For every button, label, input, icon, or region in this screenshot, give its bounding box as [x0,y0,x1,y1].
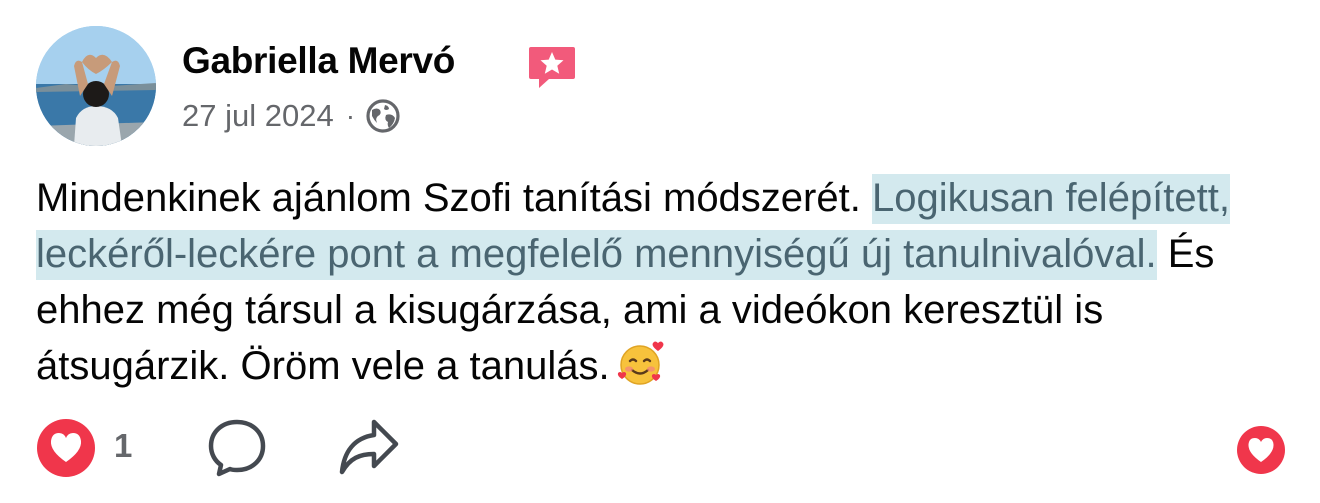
smiling-face-with-hearts-icon [616,339,666,402]
star-badge-icon[interactable] [527,44,577,90]
meta-separator: · [345,100,356,131]
post-meta: 27 jul 2024 · [182,98,401,134]
share-button[interactable] [336,416,402,478]
globe-icon [365,98,401,134]
post-date[interactable]: 27 jul 2024 [182,98,334,134]
post-body: Mindenkinek ajánlom Szofi tanítási módsz… [36,170,1286,402]
avatar-photo [36,26,156,146]
heart-icon [1237,426,1285,474]
react-button[interactable] [1236,425,1286,475]
heart-icon [37,419,95,477]
comment-icon [208,419,266,477]
comment-button[interactable] [206,417,268,479]
share-icon [339,419,399,475]
like-button[interactable] [36,418,96,478]
author-name[interactable]: Gabriella Mervó [182,40,455,82]
post-card: Gabriella Mervó 27 jul 2024 · Mindenkine… [0,0,1320,503]
post-text-intro: Mindenkinek ajánlom Szofi tanítási módsz… [36,176,861,220]
like-count[interactable]: 1 [114,427,132,465]
avatar[interactable] [36,26,156,146]
